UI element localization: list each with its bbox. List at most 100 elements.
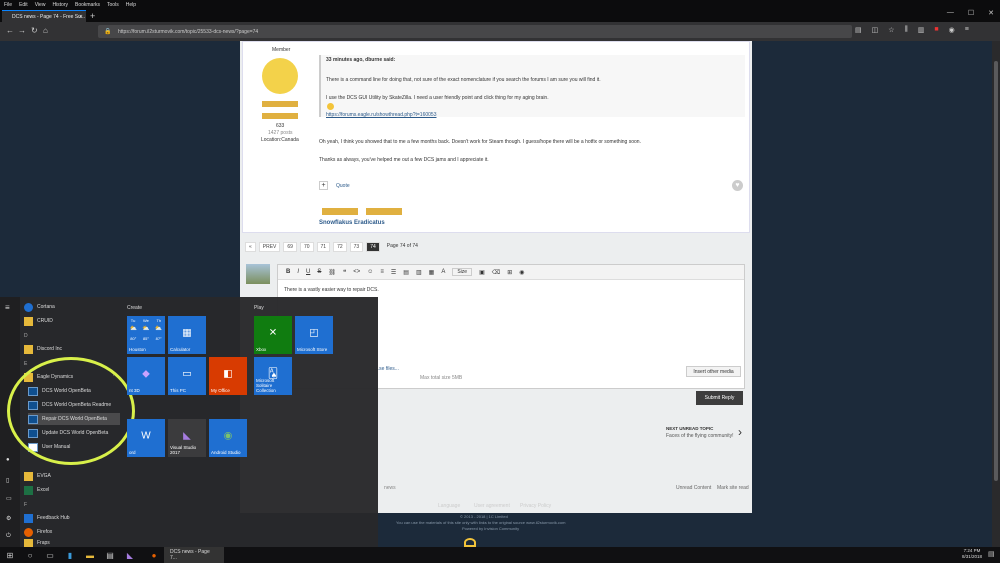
numbered-list-icon[interactable]: ☰ [391, 269, 396, 276]
scrollbar-thumb[interactable] [994, 61, 998, 481]
breadcrumb-news[interactable]: news [384, 485, 396, 492]
unread-content-link[interactable]: Unread Content [676, 485, 711, 492]
start-item-feedback[interactable]: Feedback Hub [24, 512, 70, 524]
emoji-icon[interactable]: ☺ [367, 269, 373, 275]
start-item-firefox[interactable]: Firefox [24, 526, 52, 538]
quote-button[interactable]: Quote [336, 183, 350, 190]
link-icon[interactable]: ⛓ [328, 269, 336, 276]
page-scrollbar[interactable] [992, 41, 1000, 547]
page-69[interactable]: 69 [283, 241, 297, 252]
list-icon[interactable]: ≡ [380, 269, 384, 275]
menu-file[interactable]: File [4, 2, 12, 8]
prev-icon[interactable]: « [245, 241, 256, 252]
maximize-icon[interactable]: ☐ [968, 9, 974, 17]
notification-icon[interactable]: ▤ [988, 550, 995, 558]
clipboard-icon[interactable]: ▣ [479, 269, 485, 276]
reload-icon[interactable]: ↻ [31, 26, 38, 35]
cortana-search-icon[interactable]: ○ [20, 547, 40, 563]
settings-icon[interactable]: ⚙ [6, 515, 11, 522]
menu-edit[interactable]: Edit [19, 2, 28, 8]
source-icon[interactable]: ⊞ [507, 269, 512, 276]
preview-icon[interactable]: ◉ [519, 269, 524, 276]
start-item-cruid[interactable]: CRUID [24, 315, 53, 327]
start-item-cortana[interactable]: Cortana [24, 301, 55, 313]
avatar[interactable] [262, 58, 298, 94]
app-icon-1[interactable]: ▮ [60, 547, 80, 563]
start-item-excel[interactable]: Excel [24, 484, 49, 496]
pictures-icon[interactable]: ▭ [6, 495, 12, 502]
next-unread-title[interactable]: Faces of the flying community! [666, 433, 734, 439]
user-agreement-link[interactable]: User agreement [474, 503, 510, 509]
tile-store[interactable]: ◰ Microsoft Store [295, 316, 333, 354]
privacy-link[interactable]: Privacy Policy [520, 503, 551, 509]
start-item-discord[interactable]: Discord Inc [24, 343, 62, 355]
tile-xbox[interactable]: ✕ Xbox [254, 316, 292, 354]
pocket-icon[interactable]: ◫ [872, 26, 879, 34]
windows-start-icon[interactable]: ⊞ [0, 547, 20, 563]
firefox-taskbar-icon[interactable]: ● [144, 547, 164, 563]
font-color-icon[interactable]: A [441, 269, 445, 275]
multiquote-button[interactable]: + [319, 181, 328, 190]
mark-read-link[interactable]: Mark site read [717, 485, 749, 492]
start-item-evga[interactable]: EVGA [24, 470, 51, 482]
tile-paint3d[interactable]: ◆ nt 3D [127, 357, 165, 395]
menu-help[interactable]: Help [126, 2, 136, 8]
letter-f[interactable]: F [24, 499, 27, 511]
reader-icon[interactable]: ▤ [855, 26, 862, 34]
tile-my-office[interactable]: ◧ My Office [209, 357, 247, 395]
app-icon-2[interactable]: ▤ [100, 547, 120, 563]
hamburger-menu-icon[interactable]: ≡ [965, 26, 969, 34]
page-71[interactable]: 71 [316, 241, 331, 252]
library-icon[interactable]: ⫼ [905, 26, 908, 34]
start-item-fraps[interactable]: Fraps [24, 539, 50, 547]
menu-tools[interactable]: Tools [107, 2, 119, 8]
adblock-icon[interactable]: ■ [934, 26, 938, 34]
submit-reply-button[interactable]: Submit Reply [696, 391, 743, 405]
tile-calculator[interactable]: ▦ Calculator [168, 316, 206, 354]
size-select[interactable]: Size [452, 268, 473, 276]
url-bar[interactable]: 🔒 https://forum.il2sturmovik.com/topic/2… [98, 25, 852, 38]
page-73[interactable]: 73 [349, 241, 364, 252]
visual-studio-taskbar-icon[interactable]: ◣ [120, 547, 140, 563]
quote-icon[interactable]: ❝ [343, 269, 346, 276]
align-center-icon[interactable]: ▥ [416, 269, 422, 276]
hamburger-icon[interactable]: ≡ [5, 303, 10, 312]
letter-e[interactable]: E [24, 358, 27, 370]
align-right-icon[interactable]: ▦ [429, 269, 435, 276]
insert-media-button[interactable]: Insert other media [686, 366, 741, 377]
documents-icon[interactable]: ▯ [6, 477, 9, 484]
page-72[interactable]: 72 [333, 241, 347, 252]
prev-button[interactable]: PREV [258, 241, 281, 252]
taskbar-firefox-window[interactable]: DCS news - Page 7... [164, 547, 224, 563]
bold-icon[interactable]: B [286, 269, 290, 275]
like-heart-icon[interactable]: ♥ [732, 180, 743, 191]
close-tab-icon[interactable]: ✕ [79, 14, 83, 20]
tile-weather[interactable]: Tu We Th ⛅ ⛅ ⛅ 80° 85° 87° Houston [127, 316, 165, 354]
language-link[interactable]: Language [438, 503, 460, 509]
italic-icon[interactable]: I [297, 269, 299, 275]
tile-word[interactable]: Word [127, 419, 165, 457]
tile-visual-studio[interactable]: ◣ Visual Studio 2017 [168, 419, 206, 457]
tile-this-pc[interactable]: ▭ This PC [168, 357, 206, 395]
letter-d[interactable]: D [24, 330, 28, 342]
chevron-right-icon[interactable]: › [738, 425, 742, 439]
strike-icon[interactable]: S [317, 269, 321, 275]
page-jump[interactable]: Page 74 of 74 [387, 243, 418, 250]
page-70[interactable]: 70 [299, 241, 314, 252]
editor-text[interactable]: There is a vastly easier way to repair D… [284, 287, 379, 294]
forward-icon[interactable]: → [18, 26, 26, 35]
align-left-icon[interactable]: ▤ [403, 269, 409, 276]
sidebar-icon[interactable]: ▥ [918, 26, 925, 34]
minimize-icon[interactable]: — [947, 9, 954, 17]
underline-icon[interactable]: U [306, 269, 310, 275]
clock[interactable]: 7:24 PM 8/31/2018 [962, 548, 982, 561]
code-icon[interactable]: <> [353, 269, 360, 275]
file-explorer-icon[interactable]: ▬ [80, 547, 100, 563]
quote-link[interactable]: https://forums.eagle.ru/showthread.php?t… [326, 112, 437, 119]
new-tab-button[interactable]: + [90, 11, 95, 21]
tile-android-studio[interactable]: ◉ Android Studio [209, 419, 247, 457]
back-icon[interactable]: ← [6, 26, 14, 35]
home-icon[interactable]: ⌂ [43, 26, 48, 35]
menu-history[interactable]: History [52, 2, 68, 8]
task-view-icon[interactable]: ▭ [40, 547, 60, 563]
